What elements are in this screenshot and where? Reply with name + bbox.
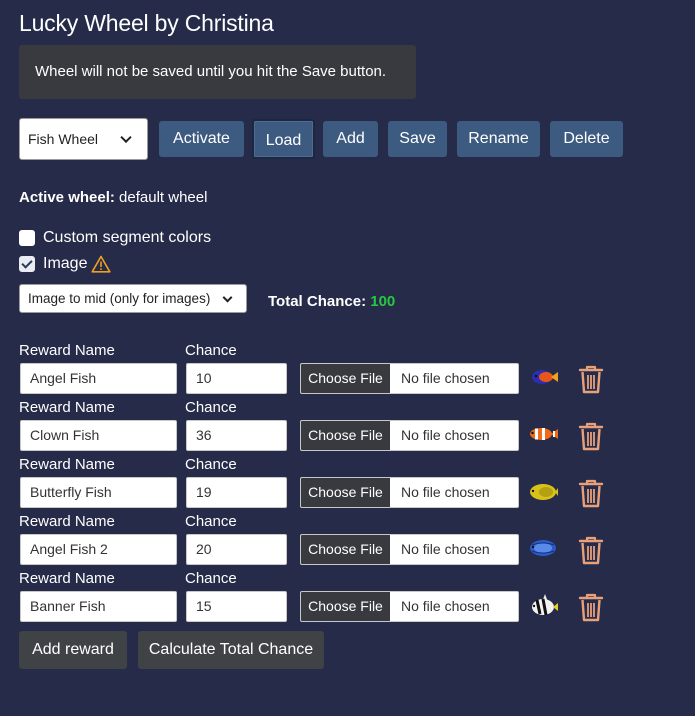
reward-name-label: Reward Name — [19, 570, 115, 587]
reward-row: Reward Name Chance Clown Fish 36 Choose … — [0, 400, 695, 457]
file-status: No file chosen — [401, 598, 490, 614]
chevron-down-icon — [120, 131, 132, 144]
choose-file-button[interactable]: Choose File — [301, 592, 390, 621]
clownfish-icon — [530, 428, 558, 440]
save-button[interactable]: Save — [388, 121, 447, 157]
image-file-input[interactable]: Choose File No file chosen — [300, 477, 519, 508]
wheel-select-value: Fish Wheel — [28, 131, 99, 147]
choose-file-button[interactable]: Choose File — [301, 535, 390, 564]
trash-icon[interactable] — [577, 421, 605, 451]
trash-icon[interactable] — [577, 478, 605, 508]
angelfish-icon — [532, 370, 558, 384]
chance-label: Chance — [185, 570, 237, 587]
reward-row: Reward Name Chance Angel Fish 2 20 Choos… — [0, 514, 695, 571]
reward-name-input[interactable]: Angel Fish — [20, 363, 177, 394]
total-chance-label: Total Chance: — [268, 293, 367, 310]
chance-label: Chance — [185, 456, 237, 473]
chance-input[interactable]: 10 — [186, 363, 287, 394]
custom-colors-option: Custom segment colors — [19, 228, 211, 248]
file-status: No file chosen — [401, 541, 490, 557]
image-file-input[interactable]: Choose File No file chosen — [300, 420, 519, 451]
chance-input[interactable]: 36 — [186, 420, 287, 451]
calculate-total-chance-button[interactable]: Calculate Total Chance — [138, 631, 324, 669]
add-wheel-button[interactable]: Add — [323, 121, 378, 157]
warning-icon — [91, 255, 112, 273]
rename-button[interactable]: Rename — [457, 121, 540, 157]
total-chance: Total Chance: 100 — [268, 293, 395, 311]
load-button[interactable]: Load — [252, 119, 315, 159]
page-title: Lucky Wheel by Christina — [19, 10, 274, 36]
reward-name-input[interactable]: Angel Fish 2 — [20, 534, 177, 565]
reward-row: Reward Name Chance Butterfly Fish 19 Cho… — [0, 457, 695, 514]
chance-input[interactable]: 19 — [186, 477, 287, 508]
reward-name-input[interactable]: Clown Fish — [20, 420, 177, 451]
image-mode-select[interactable]: Image to mid (only for images) — [19, 284, 247, 313]
reward-row: Reward Name Chance Angel Fish 10 Choose … — [0, 343, 695, 400]
blue-angelfish-icon — [530, 540, 556, 556]
trash-icon[interactable] — [577, 364, 605, 394]
image-file-input[interactable]: Choose File No file chosen — [300, 534, 519, 565]
reward-name-input[interactable]: Banner Fish — [20, 591, 177, 622]
image-file-input[interactable]: Choose File No file chosen — [300, 363, 519, 394]
lucky-wheel-page: Lucky Wheel by Christina Wheel will not … — [0, 0, 695, 716]
image-option: Image — [19, 254, 112, 274]
image-label: Image — [43, 255, 88, 272]
choose-file-button[interactable]: Choose File — [301, 478, 390, 507]
total-chance-value: 100 — [370, 293, 396, 310]
chance-label: Chance — [185, 399, 237, 416]
custom-colors-checkbox[interactable] — [19, 230, 35, 246]
save-notice: Wheel will not be saved until you hit th… — [19, 45, 416, 99]
image-checkbox[interactable] — [19, 256, 35, 272]
active-wheel-value: default wheel — [119, 189, 208, 206]
reward-row: Reward Name Chance Banner Fish 15 Choose… — [0, 571, 695, 628]
reward-name-label: Reward Name — [19, 399, 115, 416]
trash-icon[interactable] — [577, 592, 605, 622]
active-wheel-line: Active wheel: default wheel — [19, 188, 207, 208]
bannerfish-icon — [532, 594, 558, 616]
chance-input[interactable]: 15 — [186, 591, 287, 622]
file-status: No file chosen — [401, 427, 490, 443]
chance-label: Chance — [185, 342, 237, 359]
active-wheel-label: Active wheel: — [19, 189, 115, 206]
image-file-input[interactable]: Choose File No file chosen — [300, 591, 519, 622]
activate-button[interactable]: Activate — [159, 121, 244, 157]
file-status: No file chosen — [401, 370, 490, 386]
choose-file-button[interactable]: Choose File — [301, 421, 390, 450]
trash-icon[interactable] — [577, 535, 605, 565]
file-status: No file chosen — [401, 484, 490, 500]
butterflyfish-icon — [530, 484, 558, 500]
chance-label: Chance — [185, 513, 237, 530]
chance-input[interactable]: 20 — [186, 534, 287, 565]
custom-colors-label: Custom segment colors — [43, 229, 212, 246]
reward-name-label: Reward Name — [19, 456, 115, 473]
add-reward-button[interactable]: Add reward — [19, 631, 127, 669]
wheel-select[interactable]: Fish Wheel — [19, 118, 148, 160]
delete-button[interactable]: Delete — [550, 121, 623, 157]
image-mode-value: Image to mid (only for images) — [28, 291, 211, 306]
choose-file-button[interactable]: Choose File — [301, 364, 390, 393]
reward-name-label: Reward Name — [19, 513, 115, 530]
reward-name-input[interactable]: Butterfly Fish — [20, 477, 177, 508]
chevron-down-icon — [222, 292, 233, 303]
reward-name-label: Reward Name — [19, 342, 115, 359]
